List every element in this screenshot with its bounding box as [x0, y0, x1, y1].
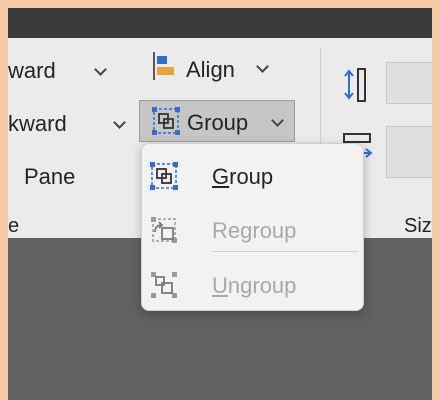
shape-height-icon — [344, 68, 366, 102]
shape-height-input[interactable] — [386, 62, 432, 104]
app-window: ward kward Pane Align Group e Siz Group … — [8, 8, 432, 400]
size-section-label: Size — [404, 215, 432, 237]
bring-forward-label: ward — [8, 58, 56, 83]
align-label: Align — [186, 57, 235, 82]
menu-item-group[interactable]: Group — [142, 152, 363, 202]
title-bar — [8, 8, 432, 38]
group-objects-icon — [152, 107, 180, 135]
menu-item-label: Regroup — [212, 218, 297, 243]
chevron-down-icon — [271, 114, 284, 127]
chevron-down-icon[interactable] — [113, 116, 126, 129]
selection-pane-button[interactable]: Pane — [8, 154, 108, 194]
send-backward-button[interactable]: kward — [8, 100, 134, 140]
align-icon — [153, 52, 174, 80]
group-label: Group — [187, 110, 249, 135]
menu-separator — [212, 251, 358, 252]
bring-forward-button[interactable]: ward — [8, 46, 118, 86]
arrange-section-label: e — [8, 215, 20, 237]
regroup-icon — [151, 217, 177, 243]
chevron-down-icon — [256, 60, 269, 73]
menu-item-ungroup: Ungroup — [142, 261, 363, 311]
ungroup-icon — [151, 272, 177, 298]
selection-pane-label: Pane — [24, 164, 76, 189]
send-backward-label: kward — [8, 111, 67, 136]
chevron-down-icon[interactable] — [94, 63, 107, 76]
group-dropdown-menu: Group Regroup Ungroup — [141, 143, 364, 311]
menu-item-regroup: Regroup — [142, 206, 363, 256]
shape-width-input[interactable] — [386, 126, 432, 178]
group-objects-icon — [150, 162, 178, 190]
menu-item-label: Group — [212, 164, 274, 189]
group-button[interactable]: Group — [139, 100, 295, 142]
menu-item-label: Ungroup — [212, 273, 297, 298]
align-button[interactable]: Align — [148, 46, 298, 86]
